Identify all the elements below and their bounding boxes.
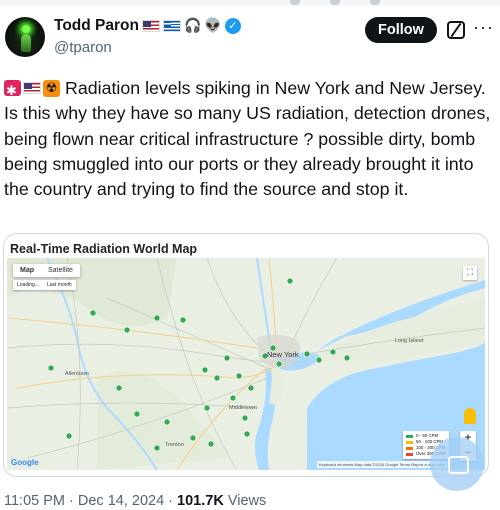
- alien-icon: 👽: [204, 18, 222, 34]
- legend-swatch: [406, 452, 413, 456]
- flag-us-icon: [23, 82, 41, 94]
- author-name[interactable]: Todd Paron: [54, 17, 139, 35]
- views-count: 101.7K: [177, 493, 224, 509]
- street-view-pegman-icon[interactable]: [464, 408, 476, 424]
- link-card[interactable]: Real-Time Radiation World Map New York T…: [3, 233, 489, 477]
- alien-body: [21, 34, 31, 52]
- tweet-timestamp[interactable]: 11:05 PM · Dec 14, 2024 ·: [4, 493, 177, 509]
- avatar[interactable]: [5, 17, 45, 57]
- top-strip: [0, 0, 500, 6]
- alien-head-glow: [22, 25, 30, 33]
- card-title: Real-Time Radiation World Map: [10, 242, 198, 256]
- legend-swatch: [406, 446, 413, 450]
- views-label: Views: [223, 493, 267, 509]
- radiation-map[interactable]: New York Trenton Allentown Long Island M…: [7, 258, 485, 470]
- legend-swatch: [406, 440, 413, 444]
- time-range-select[interactable]: Last month: [43, 280, 76, 290]
- radioactive-icon: ☢: [43, 80, 60, 97]
- map-footer[interactable]: Keyboard shortcuts Map data ©2024 Google…: [316, 461, 447, 468]
- satellite-tab[interactable]: Satellite: [41, 264, 80, 277]
- author-name-row[interactable]: Todd Paron 🎧 👽 ✓: [54, 17, 241, 35]
- loading-status: Loading...: [17, 282, 39, 288]
- grok-icon[interactable]: [447, 21, 465, 39]
- city-label: Allentown: [65, 371, 89, 377]
- tweet-text: ☢ Radiation levels spiking in New York a…: [4, 76, 494, 202]
- browser-icon: [330, 0, 340, 5]
- flag-greece-icon: [162, 20, 181, 32]
- city-label: Middletown: [229, 405, 257, 411]
- map-type-toggle[interactable]: Map Satellite: [13, 264, 80, 277]
- legend-swatch: [406, 434, 413, 438]
- map-tab[interactable]: Map: [13, 264, 41, 277]
- lead-emojis: ☢: [4, 79, 60, 104]
- browser-icon: [370, 0, 380, 5]
- map-toolbar[interactable]: Loading... Last month: [13, 280, 76, 290]
- author-handle[interactable]: @tparon: [54, 39, 112, 56]
- city-label: Long Island: [395, 338, 424, 344]
- compose-message-fab-icon[interactable]: [430, 437, 484, 491]
- follow-button[interactable]: Follow: [365, 17, 437, 43]
- siren-icon: [4, 79, 21, 104]
- flag-us-icon: [141, 20, 160, 32]
- city-label: Trenton: [165, 442, 184, 448]
- more-options-icon[interactable]: ···: [473, 17, 494, 38]
- fullscreen-icon[interactable]: ⛶: [463, 266, 477, 280]
- tweet-meta: 11:05 PM · Dec 14, 2024 · 101.7K Views: [4, 493, 266, 509]
- headphones-icon: 🎧: [183, 18, 202, 34]
- city-label: New York: [267, 350, 299, 359]
- browser-icon: [290, 0, 300, 5]
- google-logo: Google: [11, 458, 39, 467]
- verified-badge-icon[interactable]: ✓: [224, 18, 241, 34]
- tweet-body: Radiation levels spiking in New York and…: [4, 78, 491, 200]
